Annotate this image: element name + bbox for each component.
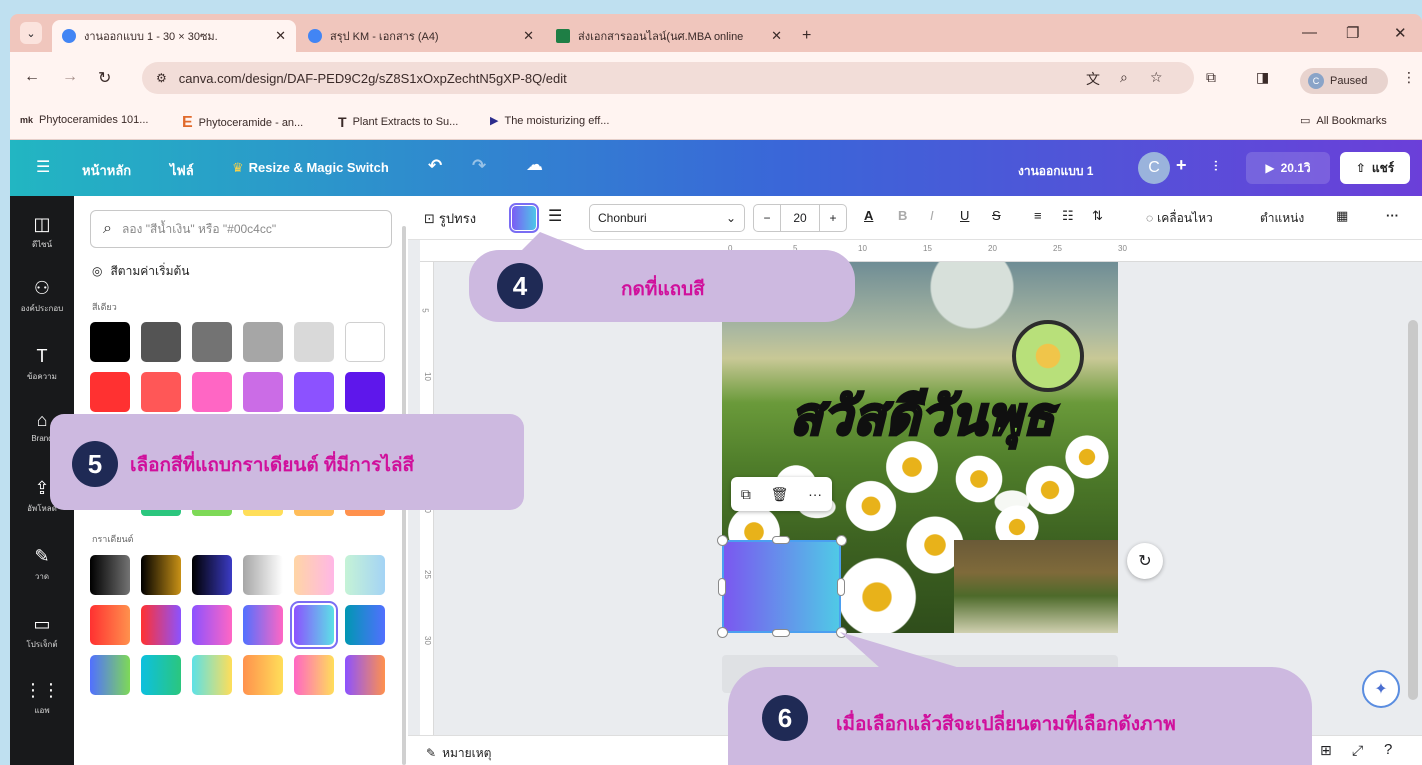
callout-6-tail bbox=[840, 632, 960, 668]
callout-step-4: 4 กดที่แถบสี bbox=[469, 250, 855, 322]
callout-text: เลือกสีที่แถบกราเดียนต์ ที่มีการไล่สี bbox=[130, 455, 415, 476]
callout-step-6: 6 เมื่อเลือกแล้วสีจะเปลี่ยนตามที่เลือกดั… bbox=[728, 667, 1312, 765]
callout-step-5: 5 เลือกสีที่แถบกราเดียนต์ ที่มีการไล่สี bbox=[50, 414, 524, 510]
callout-4-tail bbox=[520, 232, 590, 252]
callout-number: 5 bbox=[72, 441, 118, 487]
callout-text: กดที่แถบสี bbox=[621, 279, 705, 300]
callout-tails bbox=[150, 232, 960, 668]
callout-text: เมื่อเลือกแล้วสีจะเปลี่ยนตามที่เลือกดังภ… bbox=[836, 714, 1176, 735]
callout-number: 4 bbox=[497, 263, 543, 309]
callout-number: 6 bbox=[762, 695, 808, 741]
